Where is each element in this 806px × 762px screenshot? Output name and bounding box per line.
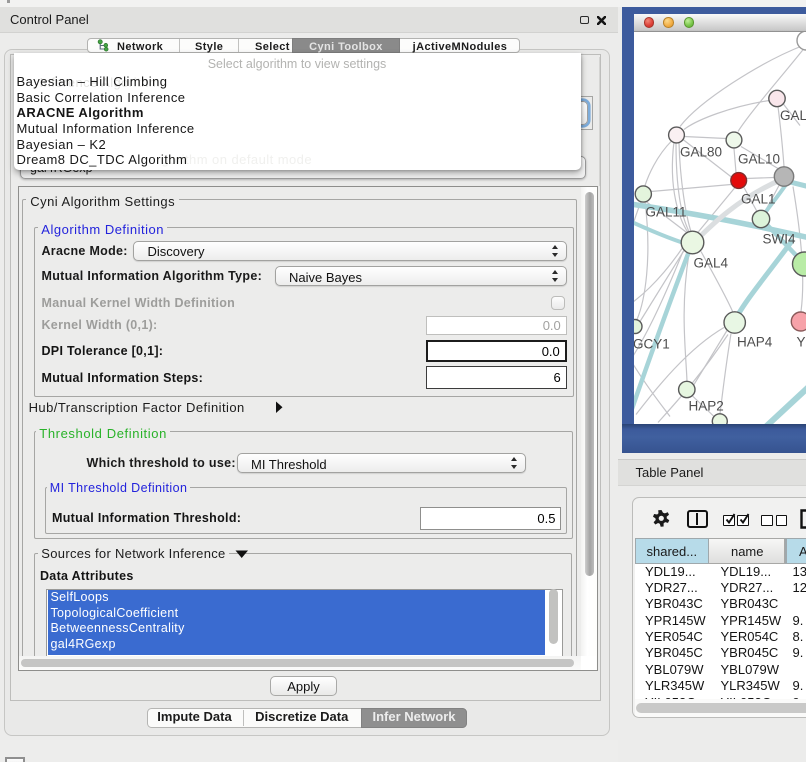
- svg-text:HAP2: HAP2: [689, 399, 724, 414]
- svg-text:GAL11: GAL11: [646, 205, 687, 220]
- svg-text:GAL4: GAL4: [694, 256, 729, 271]
- svg-text:GAL80: GAL80: [680, 145, 722, 160]
- svg-text:Y: Y: [797, 335, 806, 350]
- svg-text:SWI4: SWI4: [763, 232, 796, 247]
- svg-text:GAL1: GAL1: [741, 192, 776, 207]
- svg-text:GCY1: GCY1: [634, 337, 670, 352]
- svg-text:HAP4: HAP4: [737, 335, 773, 350]
- svg-text:GAL7: GAL7: [780, 108, 806, 123]
- svg-text:GAL10: GAL10: [738, 152, 780, 167]
